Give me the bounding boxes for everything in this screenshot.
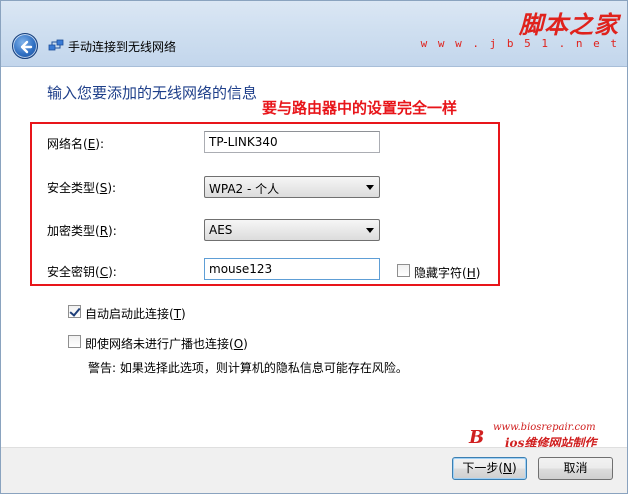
network-icon	[48, 39, 64, 51]
connect-hidden-label[interactable]: 即使网络未进行广播也连接(O)	[85, 335, 248, 352]
encryption-type-select[interactable]: AES	[204, 219, 380, 241]
bios-url: www.biosrepair.com	[493, 422, 596, 433]
security-type-select[interactable]: WPA2 - 个人	[204, 176, 380, 198]
watermark-logo: 脚本之家 w w w . j b 5 1 . n e t	[421, 5, 619, 50]
bios-mark: B	[469, 427, 485, 448]
connect-hidden-checkbox[interactable]	[68, 335, 81, 348]
window-title: 手动连接到无线网络	[68, 40, 177, 54]
security-type-value: WPA2 - 个人	[209, 182, 280, 196]
dropdown-arrow-icon	[366, 185, 374, 190]
security-key-label: 安全密钥(C):	[47, 265, 117, 279]
auto-connect-checkbox[interactable]	[68, 305, 81, 318]
page-heading: 输入您要添加的无线网络的信息	[47, 84, 258, 102]
title-bar: 手动连接到无线网络 脚本之家 w w w . j b 5 1 . n e t	[1, 1, 627, 67]
cancel-button[interactable]: 取消	[538, 457, 613, 480]
encryption-type-label: 加密类型(R):	[47, 224, 117, 238]
privacy-warning: 警告: 如果选择此选项，则计算机的隐私信息可能存在风险。	[88, 361, 408, 375]
security-type-label: 安全类型(S):	[47, 181, 117, 195]
red-annotation: 要与路由器中的设置完全一样	[262, 99, 458, 117]
back-arrow-icon	[20, 40, 33, 54]
auto-connect-label[interactable]: 自动启动此连接(T)	[85, 305, 186, 322]
back-button[interactable]	[12, 33, 38, 59]
network-name-input[interactable]: TP-LINK340	[204, 131, 380, 153]
security-key-input[interactable]: mouse123	[204, 258, 380, 280]
hide-characters-checkbox[interactable]	[397, 264, 410, 277]
dialog-window: 手动连接到无线网络 脚本之家 w w w . j b 5 1 . n e t 输…	[0, 0, 628, 494]
watermark-site-url: w w w . j b 5 1 . n e t	[420, 37, 619, 50]
hide-characters-label[interactable]: 隐藏字符(H)	[414, 264, 480, 281]
encryption-type-value: AES	[209, 223, 233, 237]
button-bar: 下一步(N) 取消	[1, 447, 627, 493]
dropdown-arrow-icon	[366, 228, 374, 233]
network-name-label: 网络名(E):	[47, 137, 105, 151]
next-button[interactable]: 下一步(N)	[452, 457, 527, 480]
watermark-site-name: 脚本之家	[519, 10, 619, 39]
